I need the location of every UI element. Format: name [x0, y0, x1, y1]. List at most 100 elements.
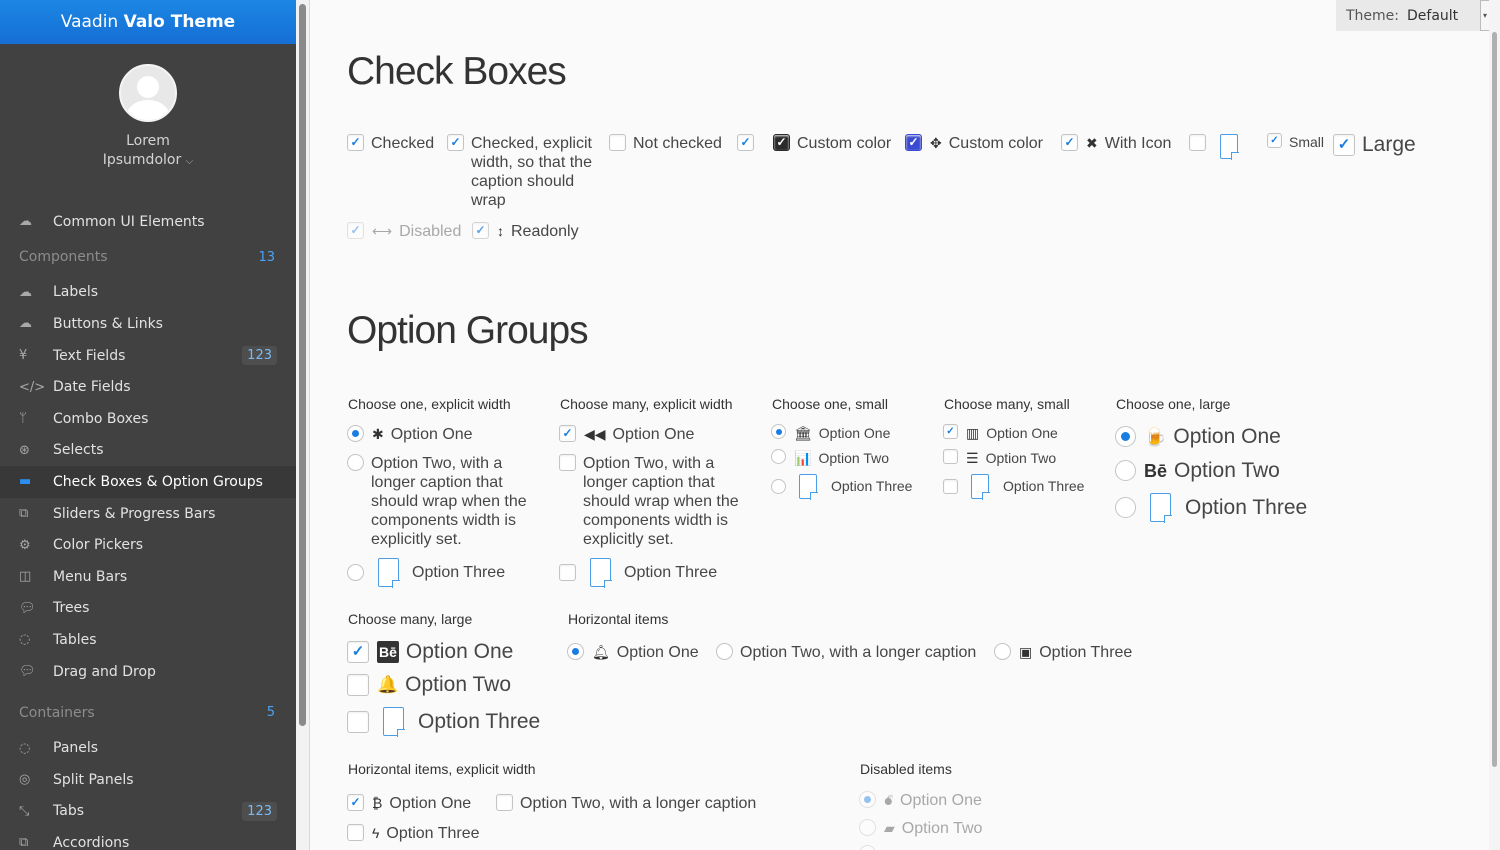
theme-value: Default [1407, 7, 1459, 24]
avatar [119, 64, 177, 122]
beer-icon: 🍺 [1144, 427, 1167, 447]
brand-bold: Valo Theme [123, 12, 236, 32]
group-title: Choose one, large [1116, 396, 1231, 412]
bell-outline-icon: 🔔︎ [592, 644, 610, 660]
sidebar-item-check-boxes-option-groups[interactable]: ▬ Check Boxes & Option Groups [0, 466, 296, 498]
option-three-checkbox-large[interactable]: Option Three [347, 707, 540, 736]
bitcoin-icon: ₿ [372, 795, 383, 811]
bars-icon: ☰ [966, 450, 979, 466]
user-menu[interactable]: Lorem Ipsumdolor ⌵ [0, 44, 296, 221]
sidebar-item-label: Trees [53, 600, 90, 617]
sidebar-item-buttons-links[interactable]: ☁ Buttons & Links [0, 308, 296, 340]
horizontal-option-three[interactable]: ▣ Option Three [994, 643, 1132, 662]
sidebar-item-tables[interactable]: ◌ Tables [0, 624, 296, 656]
sidebar-item-label: Accordions [53, 834, 130, 850]
option-two-radio[interactable]: Option Two, with a longer caption that s… [347, 454, 547, 549]
horizontal-explicit-option-one[interactable]: ✓ ₿ Option One [347, 794, 471, 813]
app-brand[interactable]: Vaadin Valo Theme [0, 0, 296, 44]
option-one-radio[interactable]: ✱ Option One [347, 425, 473, 444]
sidebar-item-selects[interactable]: ⊛ Selects [0, 435, 296, 467]
check-icon: ✓ [1267, 133, 1282, 148]
user-first-name: Lorem [126, 133, 170, 149]
sidebar-item-text-fields[interactable]: ¥ Text Fields 123 [0, 340, 296, 372]
option-three-checkbox[interactable]: Option Three [559, 558, 717, 587]
disabled-option-one: 💣︎ Option One [859, 791, 982, 810]
sidebar-item-color-pickers[interactable]: ⚙ Color Pickers [0, 529, 296, 561]
checkbox-custom-color-dark[interactable]: ✓ Custom color [773, 134, 891, 153]
option-two-checkbox[interactable]: Option Two, with a longer caption that s… [559, 454, 759, 549]
cloud-icon: ☁ [19, 214, 32, 230]
chevron-down-icon: ⌵ [185, 156, 194, 167]
sidebar-item-combo-boxes[interactable]: ᛘ Combo Boxes [0, 403, 296, 435]
sidebar-item-labels[interactable]: ☁ Labels [0, 277, 296, 309]
cogs-icon: ⚙ [19, 537, 31, 553]
sidebar-item-label: Combo Boxes [53, 410, 149, 427]
checkbox-checked[interactable]: ✓ Checked [347, 134, 434, 153]
option-three-checkbox-small[interactable]: Option Three [943, 474, 1084, 499]
sidebar-item-label: Tables [53, 631, 97, 648]
comment-icon: 💬︎ [19, 600, 36, 616]
asterisk-icon: ✱ [372, 426, 384, 442]
horizontal-option-two[interactable]: Option Two, with a longer caption [716, 643, 976, 662]
section-label: Containers [19, 704, 95, 721]
theme-select[interactable]: Theme: Default ▾ [1336, 0, 1490, 31]
horizontal-explicit-option-three[interactable]: ϟ Option Three [347, 824, 480, 843]
option-two-radio-large[interactable]: Bē Option Two [1115, 460, 1280, 482]
check-icon: ✓ [347, 794, 364, 811]
sidebar-item-date-fields[interactable]: </> Date Fields [0, 371, 296, 403]
checkbox-large[interactable]: ✓ Large [1333, 134, 1416, 156]
main-scrollbar[interactable] [1489, 0, 1500, 850]
option-three-radio-small[interactable]: Option Three [771, 474, 912, 499]
checkbox-with-icon[interactable]: ✓ ✖ With Icon [1061, 134, 1171, 153]
sidebar-item-split-panels[interactable]: ◎ Split Panels [0, 764, 296, 796]
comments-outline-icon: ◌ [19, 740, 31, 756]
group-title: Choose many, large [348, 611, 473, 627]
behance-icon: Bē [1144, 461, 1168, 481]
compress-icon: ⤡ [19, 803, 30, 819]
checkbox-explicit-width[interactable]: ✓ Checked, explicit width, so that the ca… [447, 134, 597, 210]
option-one-checkbox[interactable]: ✓ ◀◀ Option One [559, 425, 694, 444]
book-icon: ▰ [884, 820, 895, 836]
user-last-name: Ipsumdolor [102, 152, 182, 168]
sidebar-item-accordions[interactable]: ⧉ Accordions [0, 827, 296, 850]
bomb-icon: 💣︎ [884, 792, 894, 808]
sidebar-item-menu-bars[interactable]: ◫ Menu Bars [0, 561, 296, 593]
bitbucket-icon: ▣ [1019, 644, 1033, 660]
checkbox-not-checked[interactable]: Not checked [609, 134, 722, 153]
check-icon: ✓ [905, 134, 922, 151]
sidebar-scrollbar[interactable] [296, 0, 310, 850]
scrollbar-thumb[interactable] [299, 4, 306, 726]
checkbox-file-icon[interactable] [1189, 134, 1238, 164]
checkbox-no-caption[interactable]: ✓ [737, 134, 754, 151]
option-two-checkbox-small[interactable]: ☰ Option Two [943, 449, 1056, 468]
horizontal-option-one[interactable]: 🔔︎ Option One [567, 643, 699, 662]
option-one-checkbox-large[interactable]: ✓ Bē Option One [347, 641, 513, 663]
count-badge: 123 [242, 801, 277, 821]
check-icon: ✓ [472, 222, 489, 239]
option-three-radio-large[interactable]: Option Three [1115, 493, 1307, 522]
option-one-radio-large[interactable]: 🍺 Option One [1115, 426, 1281, 448]
compass-icon: ◎ [19, 772, 31, 788]
option-one-radio-small[interactable]: 🏛 Option One [771, 424, 890, 443]
checkbox-small[interactable]: ✓ Small [1267, 133, 1324, 152]
expand-icon: ✖ [1086, 135, 1098, 151]
sidebar-item-common-ui[interactable]: ☁ Common UI Elements [0, 206, 296, 238]
life-ring-icon: ⊛ [19, 442, 30, 458]
sidebar-item-trees[interactable]: 💬︎ Trees [0, 593, 296, 625]
option-two-radio-small[interactable]: 📊 Option Two [771, 449, 889, 468]
columns-icon: ◫ [19, 569, 32, 585]
sidebar-item-drag-and-drop[interactable]: 💬︎ Drag and Drop [0, 656, 296, 688]
yen-icon: ¥ [19, 348, 28, 364]
horizontal-explicit-option-two[interactable]: Option Two, with a longer caption [496, 794, 756, 813]
check-icon: ✓ [1061, 134, 1078, 151]
sidebar-item-sliders-progress-bars[interactable]: ⧉ Sliders & Progress Bars [0, 498, 296, 530]
option-groups-title: Option Groups [347, 309, 589, 352]
option-one-checkbox-small[interactable]: ✓ ▥ Option One [943, 424, 1058, 443]
file-icon [590, 558, 611, 587]
checkbox-custom-color-blue[interactable]: ✓ ✥ Custom color [905, 134, 1043, 153]
option-three-radio[interactable]: Option Three [347, 558, 505, 587]
sidebar-item-panels[interactable]: ◌ Panels [0, 732, 296, 764]
sidebar-item-tabs[interactable]: ⤡ Tabs 123 [0, 796, 296, 828]
option-two-checkbox-large[interactable]: 🔔 Option Two [347, 674, 511, 696]
scrollbar-thumb[interactable] [1492, 32, 1497, 767]
